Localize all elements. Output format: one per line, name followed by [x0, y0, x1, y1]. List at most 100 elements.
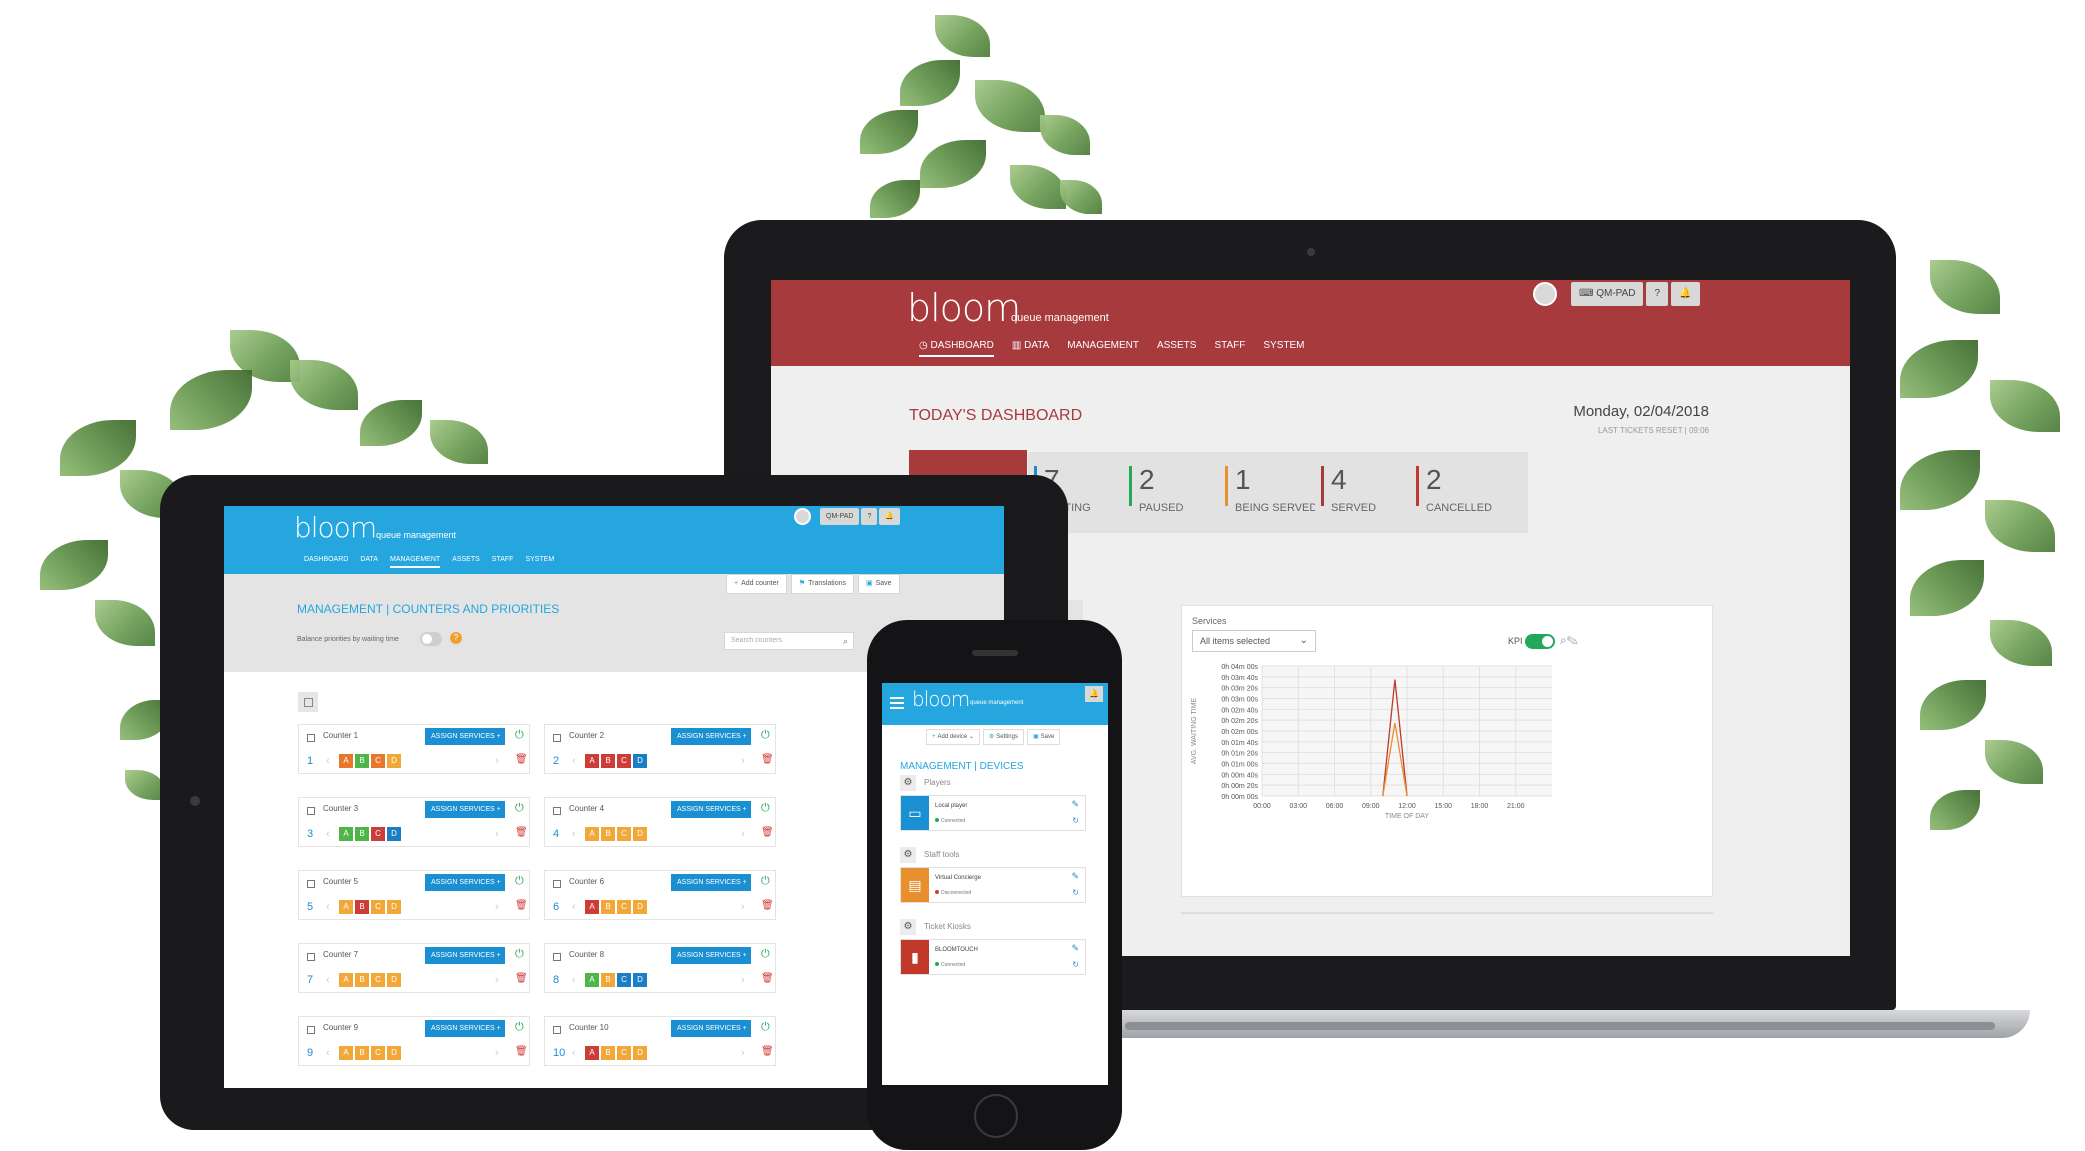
chevron-left-icon[interactable]: ‹	[572, 974, 576, 986]
nav-staff[interactable]: STAFF	[492, 556, 514, 568]
assign-services-button[interactable]: ASSIGN SERVICES +	[671, 947, 751, 964]
chevron-right-icon[interactable]: ›	[741, 974, 745, 986]
zoom-icon[interactable]: ⌕✎	[1560, 633, 1578, 648]
chevron-right-icon[interactable]: ›	[495, 1047, 499, 1059]
trash-icon[interactable]: 🗑	[761, 900, 774, 911]
priority-chip[interactable]: C	[617, 973, 631, 987]
priority-chip[interactable]: A	[585, 754, 599, 768]
chevron-right-icon[interactable]: ›	[741, 828, 745, 840]
nav-system[interactable]: SYSTEM	[1263, 340, 1304, 357]
add-counter-button[interactable]: + Add counter	[726, 574, 787, 594]
assign-services-button[interactable]: ASSIGN SERVICES +	[671, 728, 751, 745]
bell-icon[interactable]: 🔔	[1085, 686, 1103, 702]
edit-icon[interactable]: ✎	[1071, 943, 1079, 954]
chevron-left-icon[interactable]: ‹	[572, 755, 576, 767]
power-icon[interactable]: ⏻	[515, 729, 524, 742]
counter-checkbox[interactable]	[553, 734, 561, 742]
priority-chip[interactable]: C	[617, 900, 631, 914]
add-device-button[interactable]: + Add device ⌄	[926, 729, 980, 745]
chevron-right-icon[interactable]: ›	[741, 1047, 745, 1059]
priority-chip[interactable]: A	[585, 900, 599, 914]
priority-chip[interactable]: C	[617, 1046, 631, 1060]
priority-chip[interactable]: A	[585, 827, 599, 841]
priority-chip[interactable]: D	[633, 827, 647, 841]
avatar[interactable]	[794, 508, 811, 525]
chevron-left-icon[interactable]: ‹	[326, 974, 330, 986]
balance-toggle[interactable]	[420, 632, 442, 646]
priority-chip[interactable]: A	[339, 827, 353, 841]
priority-chip[interactable]: A	[585, 1046, 599, 1060]
chevron-right-icon[interactable]: ›	[495, 901, 499, 913]
priority-chip[interactable]: C	[617, 754, 631, 768]
counter-checkbox[interactable]	[307, 880, 315, 888]
priority-chip[interactable]: D	[387, 973, 401, 987]
trash-icon[interactable]: 🗑	[761, 827, 774, 838]
edit-icon[interactable]: ✎	[1071, 871, 1079, 882]
priority-chip[interactable]: C	[371, 827, 385, 841]
nav-assets[interactable]: ASSETS	[1157, 340, 1196, 357]
assign-services-button[interactable]: ASSIGN SERVICES +	[671, 874, 751, 891]
priority-chip[interactable]: D	[633, 1046, 647, 1060]
trash-icon[interactable]: 🗑	[761, 1046, 774, 1057]
assign-services-button[interactable]: ASSIGN SERVICES +	[425, 801, 505, 818]
help-button[interactable]: ?	[861, 508, 878, 525]
assign-services-button[interactable]: ASSIGN SERVICES +	[425, 728, 505, 745]
assign-services-button[interactable]: ASSIGN SERVICES +	[425, 947, 505, 964]
save-button[interactable]: ▣ Save	[1026, 729, 1061, 745]
priority-chip[interactable]: B	[355, 1046, 369, 1060]
device-card[interactable]: ▤ Virtual Concierge Disconnected ✎ ↻	[900, 867, 1086, 903]
help-icon[interactable]: ?	[450, 632, 462, 644]
trash-icon[interactable]: 🗑	[515, 1046, 528, 1057]
priority-chip[interactable]: B	[601, 973, 615, 987]
priority-chip[interactable]: D	[387, 900, 401, 914]
priority-chip[interactable]: C	[371, 900, 385, 914]
nav-management[interactable]: MANAGEMENT	[389, 556, 441, 568]
priority-chip[interactable]: B	[355, 754, 369, 768]
power-icon[interactable]: ⏻	[761, 1021, 770, 1034]
priority-chip[interactable]: A	[339, 1046, 353, 1060]
chevron-right-icon[interactable]: ›	[495, 755, 499, 767]
priority-chip[interactable]: B	[601, 827, 615, 841]
counter-checkbox[interactable]	[553, 953, 561, 961]
help-button[interactable]: ?	[1646, 282, 1669, 306]
chevron-right-icon[interactable]: ›	[741, 901, 745, 913]
bell-icon[interactable]: 🔔	[1671, 282, 1700, 306]
power-icon[interactable]: ⏻	[761, 802, 770, 815]
gear-icon[interactable]: ⚙	[900, 847, 916, 863]
chevron-left-icon[interactable]: ‹	[572, 901, 576, 913]
assign-services-button[interactable]: ASSIGN SERVICES +	[671, 1020, 751, 1037]
power-icon[interactable]: ⏻	[761, 875, 770, 888]
nav-data[interactable]: ▥ DATA	[1012, 340, 1049, 357]
device-card[interactable]: ▭ Local player Connected ✎ ↻	[900, 795, 1086, 831]
account-button[interactable]: ⌨ QM-PAD	[1571, 282, 1644, 306]
trash-icon[interactable]: 🗑	[515, 900, 528, 911]
priority-chip[interactable]: C	[617, 827, 631, 841]
trash-icon[interactable]: 🗑	[515, 973, 528, 984]
avatar[interactable]	[1533, 282, 1557, 306]
counter-checkbox[interactable]	[307, 1026, 315, 1034]
power-icon[interactable]: ⏻	[761, 948, 770, 961]
select-all-checkbox[interactable]	[298, 692, 318, 712]
nav-staff[interactable]: STAFF	[1214, 340, 1245, 357]
priority-chip[interactable]: A	[339, 900, 353, 914]
power-icon[interactable]: ⏻	[515, 802, 524, 815]
nav-system[interactable]: SYSTEM	[525, 556, 554, 568]
counter-checkbox[interactable]	[553, 1026, 561, 1034]
nav-data[interactable]: DATA	[360, 556, 378, 568]
chevron-right-icon[interactable]: ›	[495, 974, 499, 986]
chevron-right-icon[interactable]: ›	[495, 828, 499, 840]
power-icon[interactable]: ⏻	[515, 875, 524, 888]
priority-chip[interactable]: B	[601, 1046, 615, 1060]
counter-checkbox[interactable]	[553, 807, 561, 815]
gear-icon[interactable]: ⚙	[900, 919, 916, 935]
priority-chip[interactable]: B	[355, 827, 369, 841]
device-card[interactable]: ▮ BLOOMTOUCH Connected ✎ ↻	[900, 939, 1086, 975]
priority-chip[interactable]: A	[585, 973, 599, 987]
bell-icon[interactable]: 🔔	[879, 508, 901, 525]
refresh-icon[interactable]: ↻	[1072, 816, 1079, 825]
chevron-left-icon[interactable]: ‹	[572, 1047, 576, 1059]
counter-checkbox[interactable]	[307, 734, 315, 742]
chevron-left-icon[interactable]: ‹	[326, 901, 330, 913]
power-icon[interactable]: ⏻	[761, 729, 770, 742]
nav-dashboard[interactable]: ◷ DASHBOARD	[919, 340, 994, 357]
